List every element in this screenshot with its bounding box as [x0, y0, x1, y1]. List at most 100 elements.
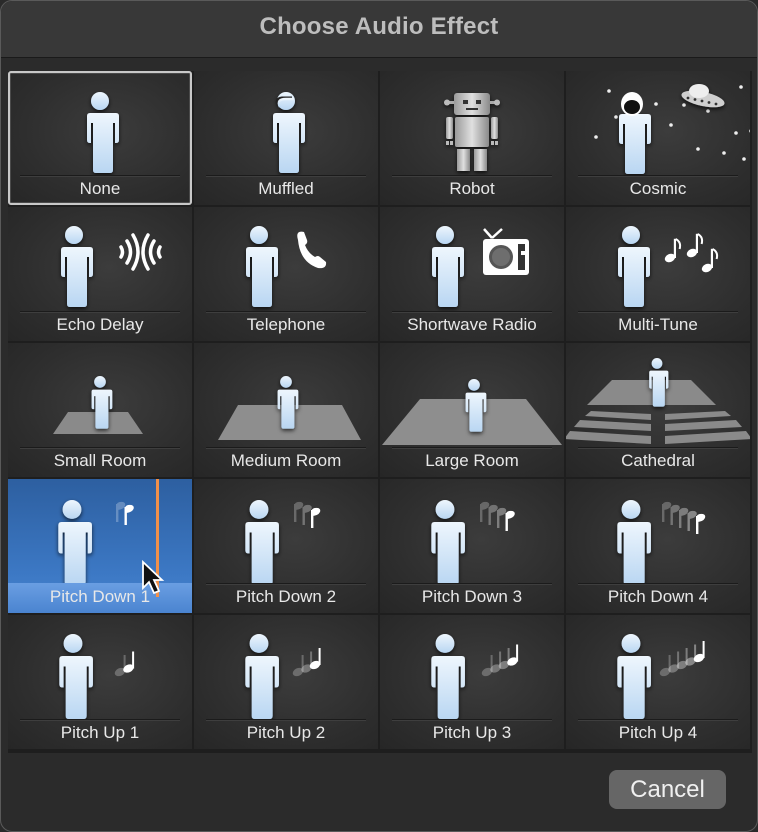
small-room-icon — [53, 376, 143, 434]
astronaut-ufo-icon — [594, 84, 750, 174]
effect-label: Cosmic — [629, 179, 687, 198]
dialog-titlebar: Choose Audio Effect — [1, 1, 757, 58]
tile-divider — [578, 175, 738, 177]
pitch-up-notes-icon — [614, 634, 705, 719]
pitch-down-notes-icon — [480, 501, 515, 531]
effect-label: None — [79, 179, 121, 198]
tile-divider — [206, 583, 366, 585]
person-icon — [242, 634, 279, 719]
effect-tile-muffled[interactable]: Muffled — [194, 71, 378, 205]
echo-waves-icon — [58, 226, 162, 307]
mouse-pointer-icon — [142, 560, 165, 595]
effect-label: Robot — [449, 179, 495, 198]
effect-tile-cathedral[interactable]: Cathedral — [566, 343, 750, 477]
effect-label: Shortwave Radio — [407, 315, 537, 334]
effect-tile-cosmic[interactable]: Cosmic — [566, 71, 750, 205]
pitch-down-notes-icon — [242, 500, 321, 583]
phone-icon — [297, 231, 327, 269]
person-icon — [270, 92, 305, 173]
effect-label: Echo Delay — [56, 315, 144, 334]
effect-label: Pitch Down 3 — [421, 587, 523, 606]
effect-tile-pitch-up-4[interactable]: Pitch Up 4 — [566, 615, 750, 749]
helmet-icon — [621, 92, 643, 116]
medium-room-icon — [218, 376, 361, 440]
echo-waves-icon — [119, 233, 162, 271]
effect-tile-pitch-up-2[interactable]: Pitch Up 2 — [194, 615, 378, 749]
effect-label: Pitch Up 1 — [60, 723, 140, 742]
person-icon — [614, 634, 651, 719]
tile-divider — [20, 175, 180, 177]
radio-icon — [483, 228, 529, 275]
person-icon — [243, 226, 278, 307]
effect-tile-none[interactable]: None — [8, 71, 192, 205]
tile-divider — [578, 311, 738, 313]
effect-tile-pitch-up-1[interactable]: Pitch Up 1 — [8, 615, 192, 749]
effect-tile-medium-room[interactable]: Medium Room — [194, 343, 378, 477]
pitch-down-notes-icon — [428, 500, 515, 583]
person-icon — [616, 114, 651, 174]
effect-label: Pitch Down 4 — [607, 587, 709, 606]
person-icon — [614, 500, 651, 583]
person-icon — [56, 634, 93, 719]
pitch-down-notes-icon — [116, 501, 134, 525]
tile-divider — [20, 311, 180, 313]
person-icon — [428, 634, 465, 719]
effect-label: Pitch Up 4 — [618, 723, 698, 742]
pitch-up-notes-icon — [292, 648, 321, 677]
person-icon — [55, 500, 92, 583]
effect-tile-pitch-down-1[interactable]: Pitch Down 1 — [8, 479, 192, 613]
effect-tile-pitch-down-4[interactable]: Pitch Down 4 — [566, 479, 750, 613]
tile-divider — [20, 447, 180, 449]
person-icon — [242, 500, 279, 583]
cancel-button[interactable]: Cancel — [609, 770, 726, 809]
effect-label: Pitch Down 2 — [235, 587, 337, 606]
effect-tile-small-room[interactable]: Small Room — [8, 343, 192, 477]
choose-audio-effect-dialog: Choose Audio Effect None Muffled Robot Cos… — [0, 0, 758, 832]
effect-tile-large-room[interactable]: Large Room — [380, 343, 564, 477]
effect-label: Muffled — [258, 179, 314, 198]
tile-divider — [392, 719, 552, 721]
effect-label: Cathedral — [621, 451, 695, 470]
pitch-down-notes-icon — [662, 501, 706, 534]
ufo-icon — [681, 84, 725, 108]
effect-label: Pitch Up 3 — [432, 723, 512, 742]
tile-divider — [578, 719, 738, 721]
person-icon — [615, 226, 650, 307]
effects-grid: None Muffled Robot Cosmic Echo Delay Teleph… — [8, 71, 752, 753]
effect-tile-pitch-up-3[interactable]: Pitch Up 3 — [380, 615, 564, 749]
effect-label: Telephone — [246, 315, 326, 334]
tile-divider — [206, 311, 366, 313]
radio-icon — [429, 226, 529, 307]
effect-tile-multi-tune[interactable]: Multi-Tune — [566, 207, 750, 341]
tile-divider — [206, 719, 366, 721]
pitch-down-notes-icon — [294, 501, 321, 528]
effect-tile-pitch-down-3[interactable]: Pitch Down 3 — [380, 479, 564, 613]
person-icon — [428, 500, 465, 583]
tile-divider — [206, 447, 366, 449]
tile-divider — [392, 583, 552, 585]
robot-icon — [444, 93, 500, 171]
effect-tile-echo-delay[interactable]: Echo Delay — [8, 207, 192, 341]
person-muffled-icon — [270, 92, 305, 173]
robot-icon — [444, 93, 500, 171]
effect-label: Small Room — [53, 451, 147, 470]
effect-tile-robot[interactable]: Robot — [380, 71, 564, 205]
dialog-title: Choose Audio Effect — [259, 13, 499, 40]
person-icon — [84, 92, 119, 173]
cathedral-icon — [566, 358, 750, 444]
tile-divider — [20, 719, 180, 721]
effect-label: Large Room — [425, 451, 519, 470]
pitch-up-notes-icon — [56, 634, 135, 719]
effect-tile-pitch-down-2[interactable]: Pitch Down 2 — [194, 479, 378, 613]
person-icon — [84, 92, 119, 173]
effect-tile-telephone[interactable]: Telephone — [194, 207, 378, 341]
person-icon — [429, 226, 464, 307]
pitch-up-notes-icon — [242, 634, 321, 719]
effect-tile-shortwave-radio[interactable]: Shortwave Radio — [380, 207, 564, 341]
effect-label: Multi-Tune — [618, 315, 698, 334]
tile-divider — [578, 447, 738, 449]
music-notes-icon — [664, 233, 719, 273]
person-icon — [58, 226, 93, 307]
pitch-up-notes-icon — [114, 651, 135, 677]
tile-divider — [392, 311, 552, 313]
